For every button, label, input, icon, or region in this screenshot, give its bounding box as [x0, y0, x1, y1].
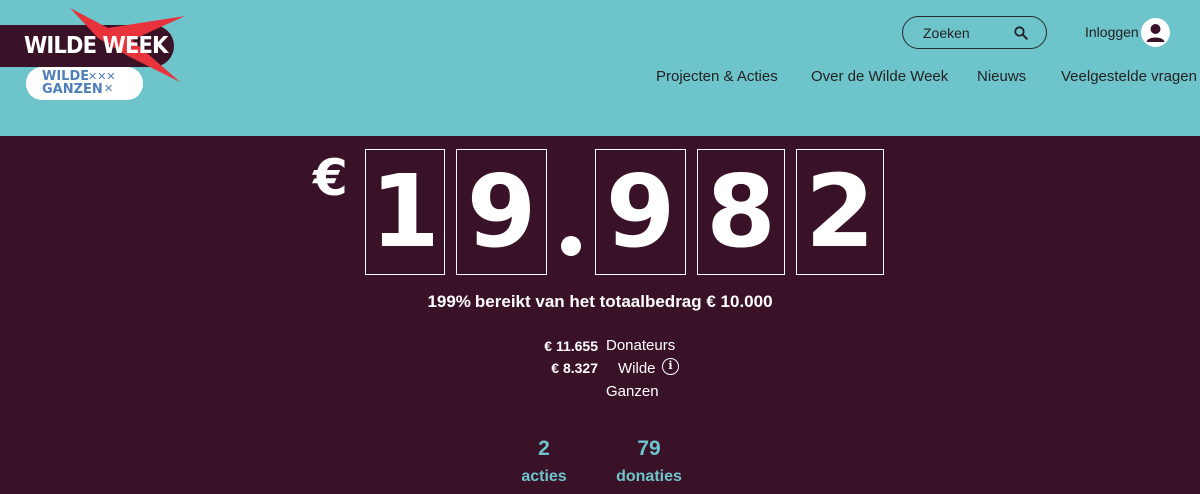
counter-digit: 2: [796, 149, 884, 275]
thousands-separator: [561, 236, 581, 256]
nav-veelgestelde-vragen[interactable]: Veelgestelde vragen: [1061, 68, 1197, 85]
progress-percent: 199%: [427, 292, 471, 311]
donors-amount: € 11.655: [544, 338, 598, 354]
actions-count: 2: [538, 437, 550, 460]
search-label: Zoeken: [923, 25, 970, 41]
login-link[interactable]: Inloggen: [1085, 24, 1139, 40]
wilde-ganzen-amount: € 8.327: [551, 360, 598, 376]
donors-label: Donateurs: [606, 337, 676, 354]
wilde-ganzen-label-line1: Wilde: [618, 360, 656, 377]
wilde-ganzen-label-line2: Ganzen: [606, 383, 659, 400]
site-header: WILDE WEEK WILDE GANZEN ✕✕✕ ✕ Zoeken Inl…: [0, 0, 1200, 136]
search-icon: [1014, 26, 1028, 40]
counter-digit: 9: [456, 149, 547, 275]
progress-text: 199% bereikt van het totaalbedrag € 10.00…: [0, 292, 1200, 312]
geese-x-icon: ✕: [104, 83, 114, 95]
user-icon[interactable]: [1141, 18, 1170, 47]
wilde-week-logo[interactable]: WILDE WEEK WILDE GANZEN ✕✕✕ ✕: [0, 0, 200, 110]
actions-label: acties: [521, 468, 567, 485]
search-button[interactable]: Zoeken: [902, 16, 1047, 49]
currency-symbol: €: [313, 149, 348, 207]
nav-projecten-acties[interactable]: Projecten & Acties: [656, 68, 778, 85]
logo-subtitle-line2: GANZEN: [42, 82, 103, 97]
progress-description: bereikt van het totaalbedrag € 10.000: [474, 292, 773, 311]
counter-digit: 1: [365, 149, 445, 275]
nav-over-wilde-week[interactable]: Over de Wilde Week: [811, 68, 948, 85]
donations-label: donaties: [616, 468, 682, 485]
nav-nieuws[interactable]: Nieuws: [977, 68, 1026, 85]
counter-digit: 8: [697, 149, 785, 275]
logo-title: WILDE WEEK: [24, 33, 168, 59]
donations-count: 79: [637, 437, 661, 460]
counter-digit: 9: [595, 149, 686, 275]
info-icon[interactable]: i: [662, 358, 679, 375]
